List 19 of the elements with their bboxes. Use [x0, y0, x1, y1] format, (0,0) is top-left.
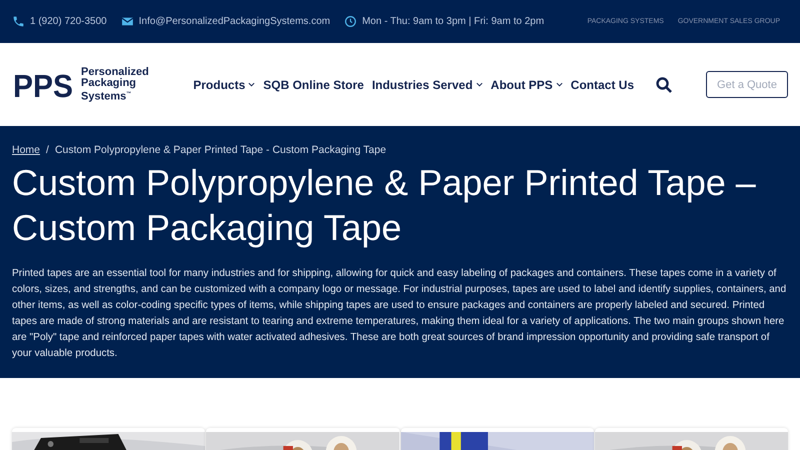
business-hours: Mon - Thu: 9am to 3pm | Fri: 9am to 2pm [362, 16, 544, 27]
phone-icon [12, 15, 25, 28]
page-title: Custom Polypropylene & Paper Printed Tape – Custom Packaging Tape [12, 161, 757, 250]
breadcrumb-link[interactable]: Home [12, 144, 40, 156]
nav-link[interactable]: Products [193, 78, 256, 92]
nav-link[interactable]: Industries Served [372, 78, 483, 92]
logo-mark: PPS [12, 68, 76, 102]
clock-icon [344, 15, 358, 28]
breadcrumb-current: Custom Polypropylene & Paper Printed Tape - Custom Packaging Tape [54, 144, 386, 156]
email-link[interactable]: Info@PersonalizedPackagingSystems.com [138, 16, 330, 27]
breadcrumb-separator: / [46, 144, 49, 156]
intro-paragraph: Printed tapes are an essential tool for many industries and for shipping, allowing for quick and easy labeling of packages and containers. These tapes come in a variety of colors, sizes, and strengths, and can be customized with a company logo or message. For industrial purposes, tapes are used to label and identify supplies, containers, and other items, as well as color-coding specific types of items, while shipping tapes are used to ensure packages and containers are properly labeled and secured. Printed tapes are made of strong materials and are resistant to tearing and extreme temperatures, making them ideal for a variety of applications. The two main groups shown here are "Poly" tape and reinforced paper tapes with water activated adhesives. These are both great sources of brand impression opportunity and providing safe transport of your valuable products. [12, 267, 788, 361]
nav-link[interactable]: SQB Online Store [263, 78, 364, 92]
search-icon[interactable] [656, 76, 672, 92]
mail-icon [120, 15, 134, 28]
nav-link[interactable]: Contact Us [570, 78, 634, 92]
logo-text: Personalized Packaging Systems$^{™}$ [81, 66, 150, 102]
nav-link[interactable]: About PPS [490, 78, 563, 92]
phone-number[interactable]: 1 (920) 720-3500 [30, 16, 107, 27]
